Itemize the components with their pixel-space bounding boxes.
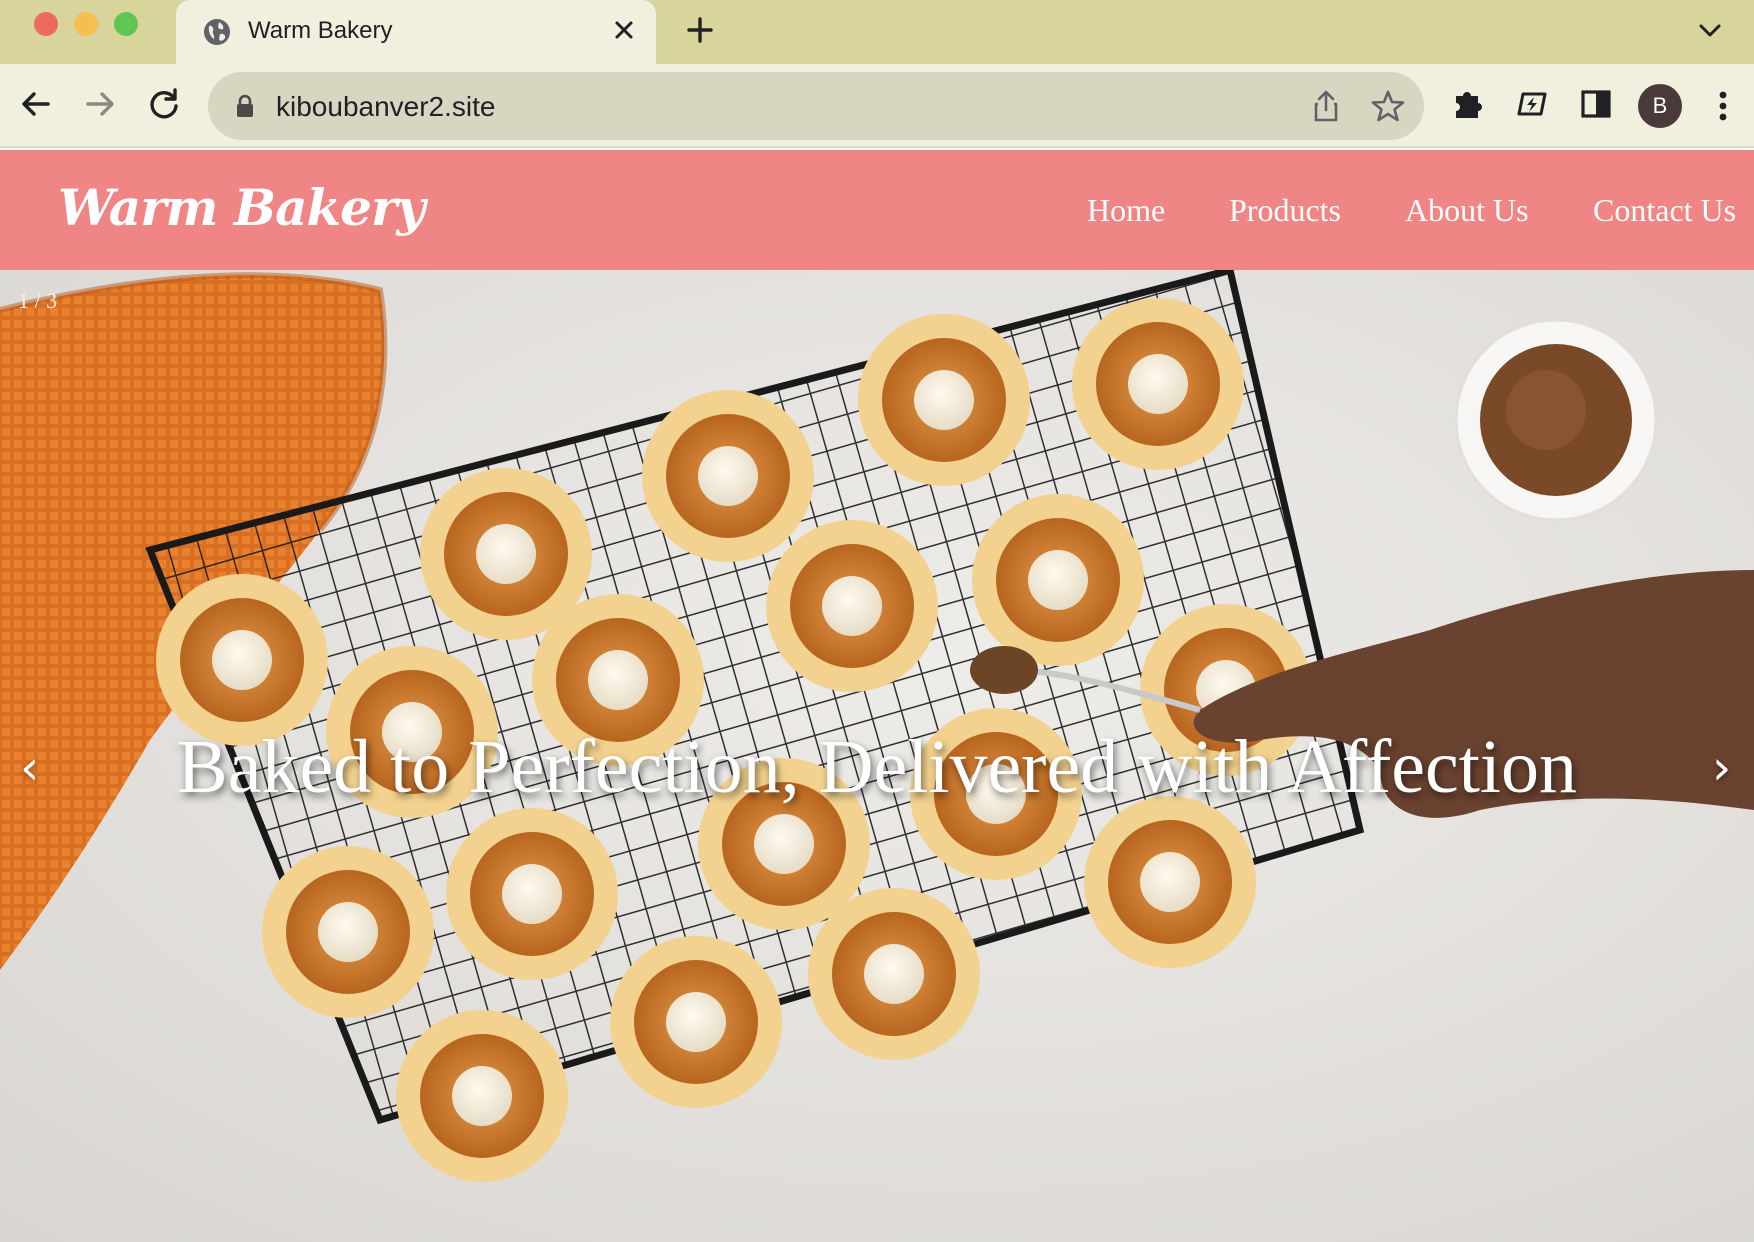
window-minimize-button[interactable] (74, 12, 98, 36)
puzzle-icon[interactable] (1450, 86, 1486, 122)
site-header: Warm Bakery Home Products About Us Conta… (0, 150, 1754, 270)
star-icon[interactable] (1370, 88, 1406, 124)
forward-arrow-icon[interactable] (80, 84, 120, 124)
browser-tab-strip: Warm Bakery (0, 0, 1754, 64)
nav-home-link[interactable]: Home (1087, 192, 1165, 229)
window-zoom-button[interactable] (114, 12, 138, 36)
hero-headline: Baked to Perfection, Delivered with Affe… (177, 725, 1577, 809)
hero-slider: 1 / 3 ‹ Baked to Perfection, Delivered w… (0, 270, 1754, 1242)
back-arrow-icon[interactable] (16, 84, 56, 124)
close-icon[interactable] (608, 14, 640, 46)
browser-tab-active[interactable]: Warm Bakery (176, 0, 656, 64)
address-bar[interactable]: kiboubanver2.site (208, 72, 1424, 140)
window-close-button[interactable] (34, 12, 58, 36)
nav-about-link[interactable]: About Us (1405, 192, 1529, 229)
browser-toolbar: kiboubanver2.site B (0, 64, 1754, 148)
side-panel-icon[interactable] (1578, 86, 1614, 122)
bolt-icon[interactable] (1514, 86, 1550, 122)
profile-avatar[interactable]: B (1638, 84, 1682, 128)
next-slide-button[interactable]: › (1712, 740, 1731, 796)
kebab-menu-icon[interactable] (1708, 86, 1738, 126)
chevron-down-icon[interactable] (1694, 14, 1726, 46)
share-icon[interactable] (1308, 88, 1344, 124)
nav-contact-link[interactable]: Contact Us (1593, 192, 1736, 229)
slide-counter: 1 / 3 (18, 288, 58, 313)
lock-icon[interactable] (234, 94, 256, 118)
plus-icon[interactable] (684, 14, 716, 46)
globe-icon (204, 19, 230, 45)
nav-products-link[interactable]: Products (1229, 192, 1341, 229)
reload-icon[interactable] (144, 84, 184, 124)
address-url[interactable]: kiboubanver2.site (276, 91, 495, 123)
tab-title: Warm Bakery (248, 17, 393, 44)
site-logo[interactable]: Warm Bakery (58, 178, 425, 237)
